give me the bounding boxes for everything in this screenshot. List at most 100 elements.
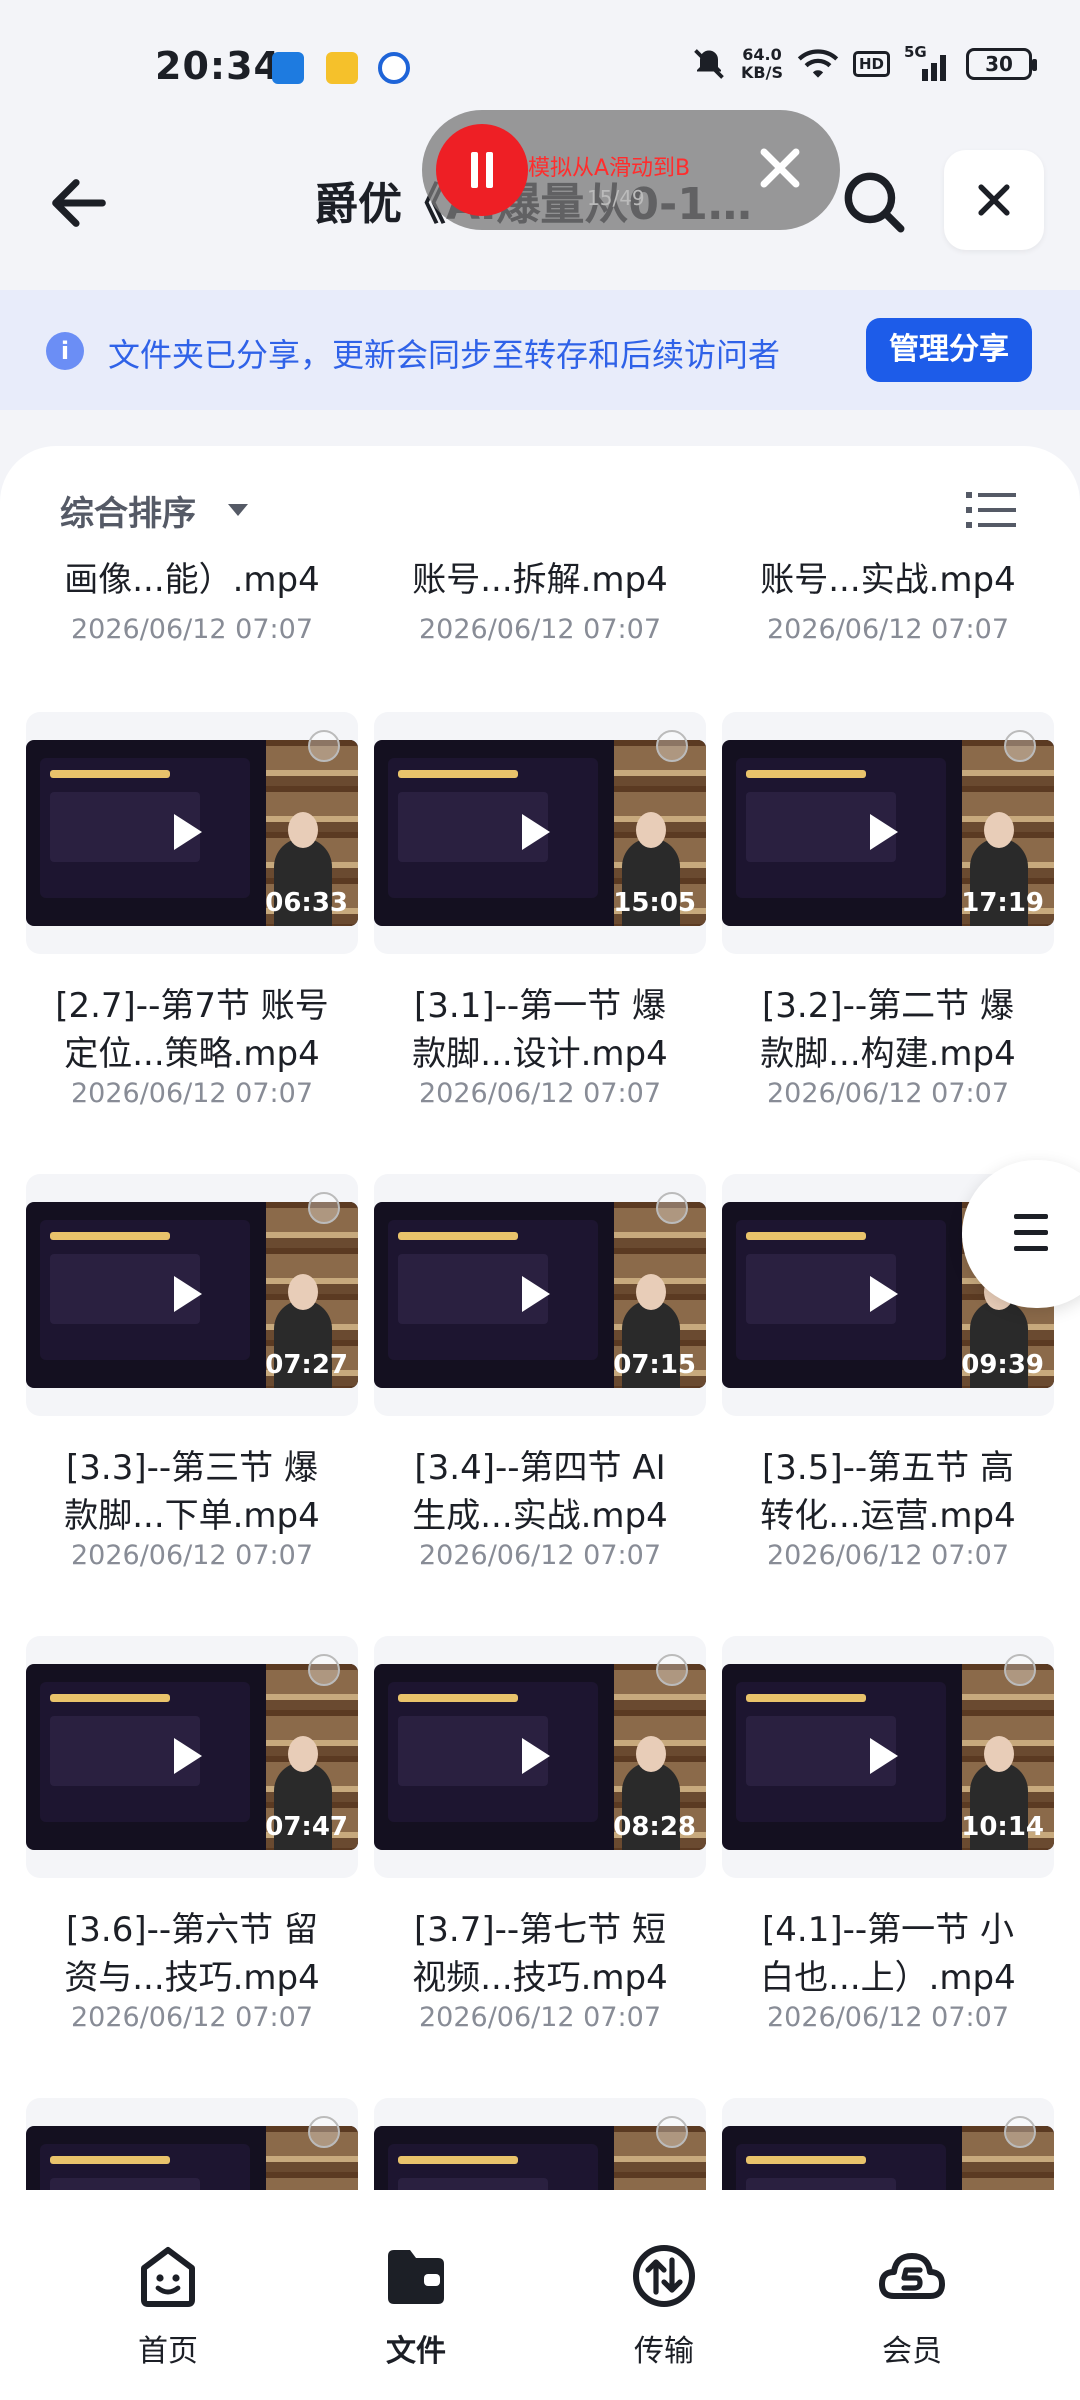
pause-button[interactable]	[436, 124, 528, 216]
file-date: 2026/06/12 07:07	[766, 1078, 1009, 1109]
video-thumbnail-card[interactable]: 07:15	[374, 1174, 706, 1416]
play-icon	[870, 814, 898, 850]
list-view-icon	[966, 492, 1016, 528]
video-thumbnail[interactable]: 06:33	[26, 740, 358, 926]
info-icon: i	[46, 332, 84, 370]
arrow-left-icon	[52, 179, 106, 227]
file-name: [4.1]--第一节 小白也...上）.mp4	[760, 1910, 1016, 1998]
status-time: 20:34	[155, 44, 281, 88]
net-speed-value: 64.0	[742, 45, 782, 64]
play-icon	[174, 814, 202, 850]
video-thumbnail-card[interactable]: 07:47	[26, 1636, 358, 1878]
net-speed-unit: KB/S	[741, 63, 783, 82]
play-icon	[522, 1276, 550, 1312]
search-button[interactable]	[836, 164, 910, 238]
nav-transfer[interactable]: 传输	[594, 2240, 734, 2370]
overlay-text: 模拟从A滑动到B	[528, 156, 691, 181]
video-duration: 15:05	[613, 888, 696, 918]
select-checkbox[interactable]	[1004, 1654, 1036, 1686]
search-icon	[844, 172, 905, 233]
file-name[interactable]: 账号...拆解.mp4	[374, 556, 706, 604]
file-name: [3.3]--第三节 爆款脚...下单.mp4	[64, 1448, 320, 1536]
screen: 20:34 64.0 KB/S HD 5G 30 爵优《AI爆量从0-1…	[0, 0, 1080, 2400]
video-thumbnail-card[interactable]: 08:28	[374, 1636, 706, 1878]
video-thumbnail-card[interactable]: 06:33	[26, 712, 358, 954]
video-thumbnail-card[interactable]	[374, 2098, 706, 2190]
video-thumbnail[interactable]: 07:27	[26, 1202, 358, 1388]
select-checkbox[interactable]	[308, 730, 340, 762]
video-thumbnail-card[interactable]: 17:19	[722, 712, 1054, 954]
video-thumbnail-card[interactable]	[722, 2098, 1054, 2190]
play-icon	[174, 1738, 202, 1774]
share-banner-text: 文件夹已分享，更新会同步至转存和后续访问者	[108, 336, 781, 374]
file-name: [3.7]--第七节 短视频...技巧.mp4	[412, 1910, 668, 1998]
video-duration: 17:19	[961, 888, 1044, 918]
video-thumbnail-card[interactable]: 15:05	[374, 712, 706, 954]
file-name: [3.6]--第六节 留资与...技巧.mp4	[64, 1910, 320, 1998]
close-icon	[978, 184, 1010, 216]
video-duration: 09:39	[961, 1350, 1044, 1380]
play-icon	[174, 1276, 202, 1312]
video-thumbnail[interactable]: 15:05	[374, 740, 706, 926]
video-thumbnail[interactable]: 08:28	[374, 1664, 706, 1850]
play-icon	[522, 1738, 550, 1774]
file-name[interactable]: 画像...能）.mp4	[26, 556, 358, 604]
file-date: 2026/06/12 07:07	[766, 2002, 1009, 2033]
select-checkbox[interactable]	[1004, 730, 1036, 762]
battery-icon: 30	[966, 48, 1037, 80]
bottom-nav: 首页 文件 传输 会员	[0, 2190, 1080, 2400]
select-checkbox[interactable]	[1004, 2116, 1036, 2148]
member-cloud-icon	[879, 2253, 945, 2299]
file-date: 2026/06/12 07:07	[418, 614, 661, 645]
video-thumbnail-card[interactable]: 07:27	[26, 1174, 358, 1416]
sort-dropdown[interactable]: 综合排序	[60, 486, 196, 535]
list-view-toggle[interactable]	[966, 490, 1016, 530]
select-checkbox[interactable]	[308, 2116, 340, 2148]
nav-label: 文件	[386, 2334, 446, 2369]
nav-member[interactable]: 会员	[842, 2240, 982, 2370]
select-checkbox[interactable]	[656, 1654, 688, 1686]
file-list-panel: 综合排序 画像...能）.mp4 2026/06/12 07:07 账号...拆…	[0, 446, 1080, 2190]
video-thumbnail[interactable]: 07:15	[374, 1202, 706, 1388]
back-button[interactable]	[44, 168, 114, 238]
select-checkbox[interactable]	[656, 2116, 688, 2148]
nav-label: 会员	[882, 2334, 942, 2369]
video-thumbnail-card[interactable]	[26, 2098, 358, 2190]
nav-home[interactable]: 首页	[98, 2240, 238, 2370]
select-checkbox[interactable]	[308, 1192, 340, 1224]
video-thumbnail[interactable]: 10:14	[722, 1664, 1054, 1850]
transfer-icon	[633, 2245, 695, 2307]
close-button[interactable]	[944, 150, 1044, 250]
partial-row: 画像...能）.mp4 2026/06/12 07:07 账号...拆解.mp4…	[0, 556, 1080, 676]
file-date: 2026/06/12 07:07	[418, 1540, 661, 1571]
file-date: 2026/06/12 07:07	[766, 1540, 1009, 1571]
play-icon	[522, 814, 550, 850]
file-name: [3.4]--第四节 AI 生成...实战.mp4	[412, 1448, 668, 1536]
select-checkbox[interactable]	[656, 1192, 688, 1224]
video-thumbnail[interactable]: 07:47	[26, 1664, 358, 1850]
hd-badge: HD	[852, 51, 890, 77]
file-date: 2026/06/12 07:07	[70, 1078, 313, 1109]
caret-down-icon[interactable]	[228, 504, 248, 516]
manage-share-button[interactable]: 管理分享	[866, 318, 1032, 382]
video-thumbnail-card[interactable]: 10:14	[722, 1636, 1054, 1878]
select-checkbox[interactable]	[308, 1654, 340, 1686]
file-name[interactable]: 账号...实战.mp4	[722, 556, 1054, 604]
file-name: [3.2]--第二节 爆款脚...构建.mp4	[760, 986, 1016, 1074]
file-date: 2026/06/12 07:07	[70, 614, 313, 645]
file-name: [3.1]--第一节 爆款脚...设计.mp4	[412, 986, 668, 1074]
select-checkbox[interactable]	[656, 730, 688, 762]
signal-indicator: 5G	[904, 43, 952, 81]
app-notification-icon	[272, 52, 304, 84]
video-duration: 07:27	[265, 1350, 348, 1380]
overlay-counter: 15/49	[587, 186, 645, 210]
file-date: 2026/06/12 07:07	[418, 2002, 661, 2033]
overlay-close-button[interactable]	[748, 136, 812, 200]
share-banner: i 文件夹已分享，更新会同步至转存和后续访问者 管理分享	[0, 290, 1080, 410]
net-speed: 64.0 KB/S	[741, 46, 783, 82]
video-thumbnail[interactable]: 17:19	[722, 740, 1054, 926]
nav-files[interactable]: 文件	[346, 2240, 486, 2370]
video-duration: 10:14	[961, 1812, 1044, 1842]
file-date: 2026/06/12 07:07	[418, 1078, 661, 1109]
signal-label: 5G	[904, 43, 927, 61]
